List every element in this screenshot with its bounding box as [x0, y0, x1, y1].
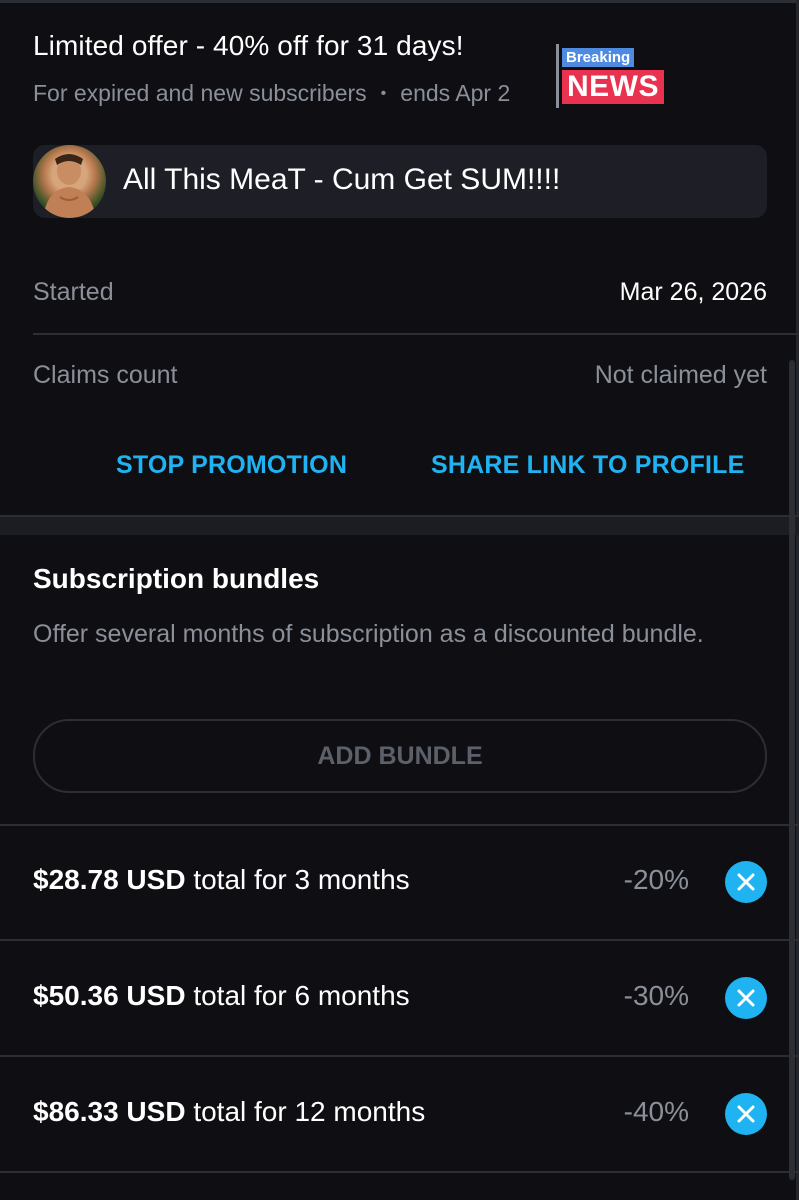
add-bundle-button[interactable]: ADD BUNDLE	[33, 719, 767, 793]
remove-bundle-button[interactable]	[725, 977, 767, 1019]
claims-value: Not claimed yet	[594, 361, 767, 389]
bundle-price-text: $50.36 USD total for 6 months	[33, 980, 410, 1012]
started-row: Started Mar 26, 2026	[33, 278, 767, 307]
claims-row: Claims count Not claimed yet	[33, 361, 767, 390]
close-icon	[737, 873, 755, 891]
started-value: Mar 26, 2026	[619, 278, 767, 306]
top-border	[0, 0, 799, 3]
bundle-discount: -40%	[623, 1096, 689, 1127]
avatar[interactable]	[33, 145, 106, 218]
bundle-price-text: $28.78 USD total for 3 months	[33, 864, 410, 896]
divider	[0, 1055, 799, 1057]
bundle-duration: total for 3 months	[185, 864, 410, 895]
bundles-description: Offer several months of subscription as …	[33, 620, 704, 648]
avatar-image	[43, 154, 96, 218]
bundle-price: $28.78 USD	[33, 864, 186, 895]
section-separator	[0, 515, 799, 535]
breaking-news-sticker: Breaking NEWS	[556, 44, 670, 108]
bundle-discount: -30%	[623, 980, 689, 1011]
news-label: NEWS	[562, 70, 664, 104]
close-icon	[737, 989, 755, 1007]
bundle-duration: total for 12 months	[185, 1096, 426, 1127]
separator-dot: •	[380, 85, 387, 102]
offer-end-date: ends Apr 2	[400, 80, 511, 106]
claims-label: Claims count	[33, 361, 178, 389]
remove-bundle-button[interactable]	[725, 861, 767, 903]
bundle-price-text: $86.33 USD total for 12 months	[33, 1096, 425, 1128]
offer-audience: For expired and new subscribers	[33, 80, 367, 106]
profile-name[interactable]: All This MeaT - Cum Get SUM!!!!	[123, 163, 560, 197]
profile-card[interactable]: All This MeaT - Cum Get SUM!!!!	[33, 145, 767, 218]
bundles-title: Subscription bundles	[33, 563, 320, 594]
remove-bundle-button[interactable]	[725, 1093, 767, 1135]
stop-promotion-button[interactable]: STOP PROMOTION	[116, 451, 347, 480]
bundle-row: $86.33 USD total for 12 months -40%	[33, 1084, 767, 1144]
scrollbar[interactable]	[789, 360, 795, 1180]
offer-title: Limited offer - 40% off for 31 days!	[33, 30, 464, 61]
bundle-duration: total for 6 months	[185, 980, 410, 1011]
bundle-price: $50.36 USD	[33, 980, 186, 1011]
bundle-price: $86.33 USD	[33, 1096, 186, 1127]
close-icon	[737, 1105, 755, 1123]
divider	[33, 333, 799, 335]
divider	[0, 939, 799, 941]
share-link-button[interactable]: SHARE LINK TO PROFILE	[431, 451, 744, 480]
divider	[0, 824, 799, 826]
bundle-row: $50.36 USD total for 6 months -30%	[33, 968, 767, 1028]
offer-subtitle: For expired and new subscribers • ends Apr…	[33, 80, 510, 107]
started-label: Started	[33, 278, 114, 306]
breaking-label: Breaking	[562, 48, 635, 67]
bundle-row: $28.78 USD total for 3 months -20%	[33, 852, 767, 912]
divider	[0, 1171, 799, 1173]
bundle-discount: -20%	[623, 864, 689, 895]
